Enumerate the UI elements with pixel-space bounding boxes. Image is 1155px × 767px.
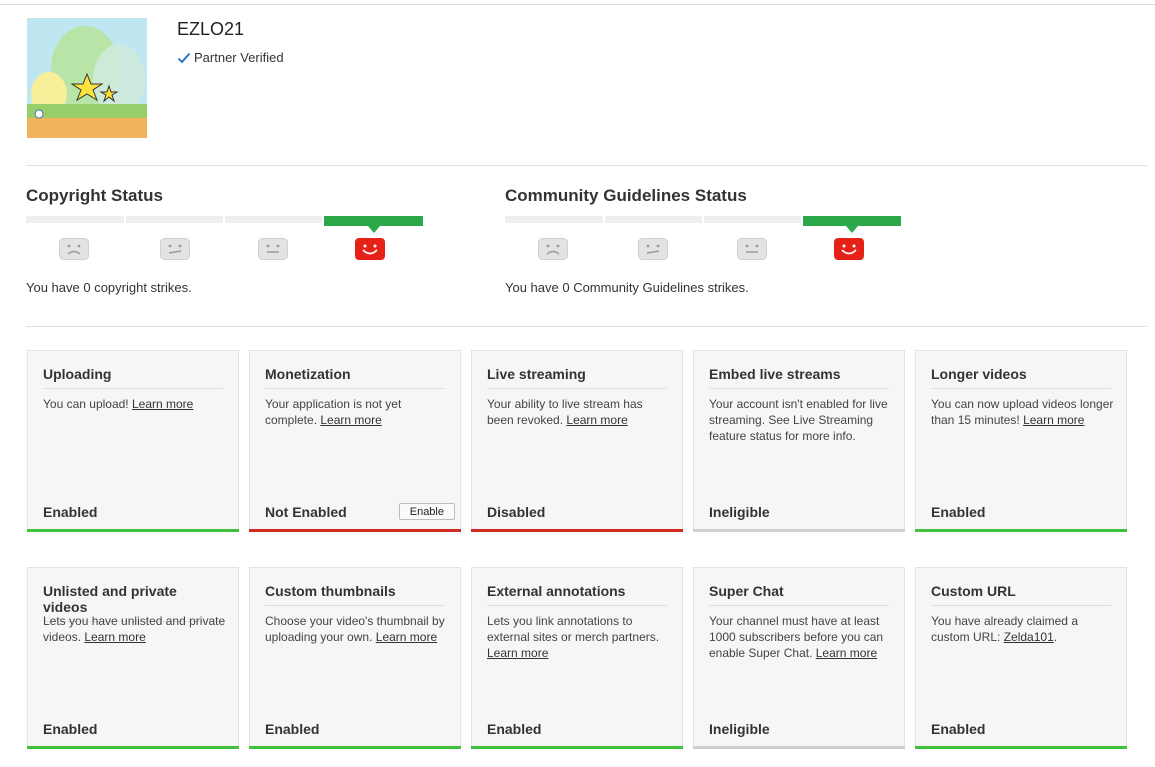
channel-name: EZLO21	[177, 19, 245, 39]
feature-card-uploading: Uploading You can upload! Learn more Ena…	[27, 350, 239, 532]
top-divider	[0, 4, 1155, 5]
feature-card-super-chat: Super Chat Your channel must have at lea…	[693, 567, 905, 749]
learn-more-link[interactable]: Learn more	[816, 646, 877, 660]
feature-title: Custom thumbnails	[265, 583, 445, 606]
feature-status-label: Not Enabled	[265, 504, 347, 520]
feature-description: Your ability to live stream has been rev…	[487, 397, 643, 427]
status-bar-not-enabled	[249, 529, 461, 532]
meter-segment-2	[126, 216, 223, 223]
feature-title: External annotations	[487, 583, 667, 606]
copyright-strike-meter	[26, 216, 423, 276]
learn-more-link[interactable]: Learn more	[320, 413, 381, 427]
feature-title: Custom URL	[931, 583, 1111, 606]
status-bar-enabled	[249, 746, 461, 749]
neutral-face-icon	[737, 238, 767, 260]
happy-face-icon	[834, 238, 864, 260]
feature-description: You can upload! Learn more	[43, 397, 194, 411]
status-bar-enabled	[915, 529, 1127, 532]
feature-card-longer-videos: Longer videos You can now upload videos …	[915, 350, 1127, 532]
feature-status-label: Enabled	[43, 721, 98, 737]
feature-title: Super Chat	[709, 583, 889, 606]
meter-segment-1	[505, 216, 603, 223]
status-bar-enabled	[27, 746, 239, 749]
feature-title: Live streaming	[487, 366, 667, 389]
verified-label: Partner Verified	[194, 50, 284, 65]
feature-card-monetization: Monetization Your application is not yet…	[249, 350, 461, 532]
partner-verified-badge: Partner Verified	[177, 50, 284, 65]
feature-status-label: Ineligible	[709, 721, 770, 737]
sad-face-icon	[59, 238, 89, 260]
custom-url-link[interactable]: Zelda101	[1004, 630, 1054, 644]
community-strike-meter	[505, 216, 902, 276]
community-strike-summary: You have 0 Community Guidelines strikes.	[505, 280, 749, 295]
feature-description: Lets you have unlisted and private video…	[43, 614, 226, 644]
enable-monetization-button[interactable]: Enable	[398, 503, 455, 520]
status-bar-enabled	[471, 746, 683, 749]
feature-card-embed-live-streams: Embed live streams Your account isn't en…	[693, 350, 905, 532]
feature-card-live-streaming: Live streaming Your ability to live stre…	[471, 350, 683, 532]
copyright-strike-summary: You have 0 copyright strikes.	[26, 280, 192, 295]
feature-description: Choose your video's thumbnail by uploadi…	[265, 614, 445, 644]
sad-face-icon	[538, 238, 568, 260]
meter-segment-4-active	[803, 216, 901, 233]
feature-title: Embed live streams	[709, 366, 889, 389]
happy-face-icon	[355, 238, 385, 260]
feature-description: You can now upload videos longer than 15…	[931, 397, 1114, 427]
feature-status-label: Ineligible	[709, 504, 770, 520]
learn-more-link[interactable]: Learn more	[487, 646, 548, 660]
meter-segment-4-active	[324, 216, 423, 233]
status-bar-enabled	[915, 746, 1127, 749]
section-divider	[26, 326, 1147, 327]
feature-card-custom-thumbnails: Custom thumbnails Choose your video's th…	[249, 567, 461, 749]
feature-description: Your channel must have at least 1000 sub…	[709, 614, 884, 660]
feature-description: You have already claimed a custom URL: Z…	[931, 614, 1078, 644]
feature-status-label: Disabled	[487, 504, 546, 520]
copyright-status-section: Copyright Status You have 0 copyright st…	[26, 186, 446, 295]
community-guidelines-status-title: Community Guidelines Status	[505, 186, 747, 205]
meter-segment-3	[704, 216, 801, 223]
feature-card-unlisted-private-videos: Unlisted and private videos Lets you hav…	[27, 567, 239, 749]
checkmark-icon	[177, 52, 191, 63]
unsure-face-icon	[638, 238, 668, 260]
status-bar-ineligible	[693, 529, 905, 532]
meter-segment-2	[605, 216, 702, 223]
status-bar-ineligible	[693, 746, 905, 749]
feature-card-custom-url: Custom URL You have already claimed a cu…	[915, 567, 1127, 749]
feature-title: Uploading	[43, 366, 223, 389]
feature-description: Lets you link annotations to external si…	[487, 614, 660, 660]
copyright-status-title: Copyright Status	[26, 186, 163, 205]
meter-segment-3	[225, 216, 322, 223]
learn-more-link[interactable]: Learn more	[1023, 413, 1084, 427]
learn-more-link[interactable]: Learn more	[376, 630, 437, 644]
unsure-face-icon	[160, 238, 190, 260]
feature-title: Monetization	[265, 366, 445, 389]
feature-status-label: Enabled	[931, 721, 986, 737]
community-guidelines-status-section: Community Guidelines Status You have 0 C…	[505, 186, 925, 295]
feature-description: Your application is not yet complete. Le…	[265, 397, 402, 427]
feature-card-external-annotations: External annotations Lets you link annot…	[471, 567, 683, 749]
learn-more-link[interactable]: Learn more	[566, 413, 627, 427]
channel-avatar[interactable]	[27, 18, 147, 138]
section-divider	[26, 165, 1147, 166]
meter-segment-1	[26, 216, 124, 223]
status-bar-enabled	[27, 529, 239, 532]
neutral-face-icon	[258, 238, 288, 260]
feature-status-label: Enabled	[265, 721, 320, 737]
feature-status-label: Enabled	[931, 504, 986, 520]
learn-more-link[interactable]: Learn more	[84, 630, 145, 644]
feature-title: Longer videos	[931, 366, 1111, 389]
feature-description: Your account isn't enabled for live stre…	[709, 397, 888, 443]
feature-status-label: Enabled	[487, 721, 542, 737]
status-bar-disabled	[471, 529, 683, 532]
feature-status-label: Enabled	[43, 504, 98, 520]
learn-more-link[interactable]: Learn more	[132, 397, 193, 411]
